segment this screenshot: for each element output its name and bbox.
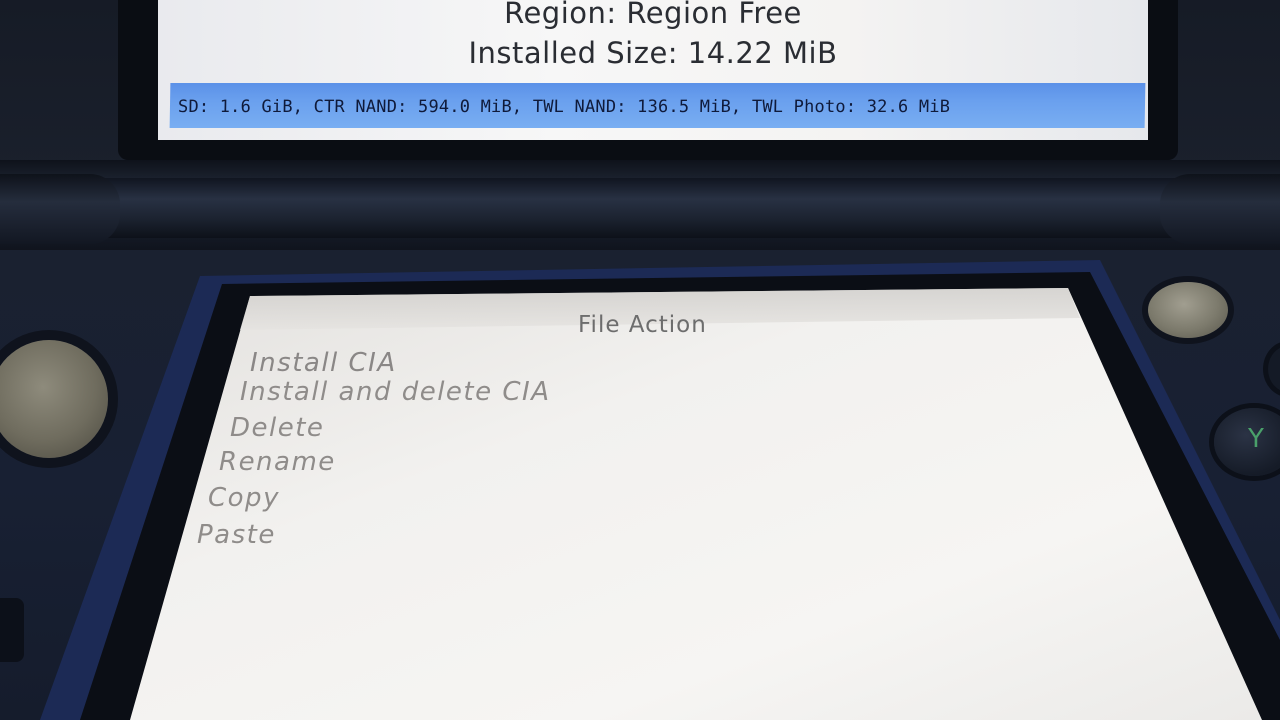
- side-notch: [0, 598, 24, 662]
- x-button[interactable]: [1148, 282, 1228, 338]
- file-action-title: File Action: [578, 312, 707, 338]
- menu-item-paste[interactable]: Paste: [197, 520, 276, 550]
- device-photo: Region: Region Free Installed Size: 14.2…: [0, 0, 1280, 720]
- bottom-screen-bezel: [40, 260, 1280, 720]
- menu-item-copy[interactable]: Copy: [208, 483, 280, 513]
- menu-item-rename[interactable]: Rename: [219, 447, 336, 477]
- menu-item-install-cia[interactable]: Install CIA: [250, 348, 397, 378]
- menu-item-delete[interactable]: Delete: [230, 413, 324, 443]
- menu-item-install-and-delete-cia[interactable]: Install and delete CIA: [240, 377, 551, 407]
- y-button-label: Y: [1248, 424, 1264, 454]
